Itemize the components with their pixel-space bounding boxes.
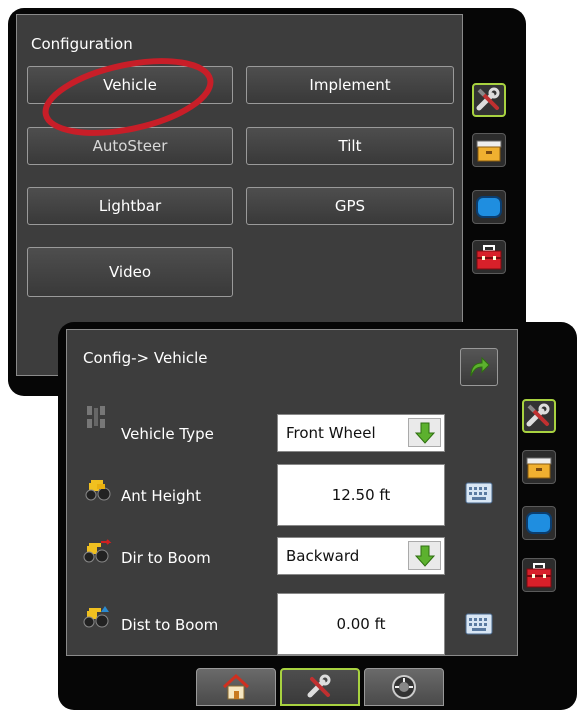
ant-height-label: Ant Height	[121, 487, 202, 505]
vehicle-config-panel: Config-> Vehicle Vehicle Type Front Whee…	[66, 329, 518, 656]
setup-tab[interactable]	[280, 668, 360, 706]
tractor-antenna-icon	[85, 480, 111, 501]
return-arrow-icon	[470, 356, 490, 377]
highlight-oval	[42, 58, 214, 136]
briefcase-icon[interactable]	[472, 133, 506, 167]
dir-to-boom-label: Dir to Boom	[121, 549, 211, 567]
tractor-distance-icon	[83, 606, 109, 628]
page-title: Configuration	[31, 35, 133, 53]
tractor-direction-icon	[83, 539, 112, 563]
dir-to-boom-dropdown[interactable]: Backward	[277, 537, 445, 575]
keyboard-icon[interactable]	[465, 482, 493, 504]
dist-to-boom-label: Dist to Boom	[121, 616, 219, 634]
dir-to-boom-value: Backward	[286, 547, 360, 565]
screen-icon[interactable]	[522, 506, 556, 540]
vehicle-type-icon	[87, 406, 105, 428]
tools-icon	[307, 674, 331, 698]
video-button[interactable]: Video	[27, 247, 233, 297]
chevron-down-icon	[408, 418, 441, 447]
chevron-down-icon	[408, 541, 441, 570]
toolbox-icon[interactable]	[472, 240, 506, 274]
implement-button[interactable]: Implement	[246, 66, 454, 104]
keyboard-icon[interactable]	[465, 613, 493, 635]
home-icon	[222, 673, 250, 700]
lightbar-button[interactable]: Lightbar	[27, 187, 233, 225]
tools-icon[interactable]	[472, 83, 506, 117]
page-title: Config-> Vehicle	[83, 349, 208, 367]
dist-to-boom-field[interactable]: 0.00 ft	[277, 593, 445, 655]
back-button[interactable]	[460, 348, 498, 386]
guidance-tab[interactable]	[364, 668, 444, 706]
briefcase-icon[interactable]	[522, 450, 556, 484]
toolbox-icon[interactable]	[522, 558, 556, 592]
screen-icon[interactable]	[472, 190, 506, 224]
ant-height-field[interactable]: 12.50 ft	[277, 464, 445, 526]
vehicle-type-dropdown[interactable]: Front Wheel	[277, 414, 445, 452]
home-tab[interactable]	[196, 668, 276, 706]
tools-icon[interactable]	[522, 399, 556, 433]
tilt-button[interactable]: Tilt	[246, 127, 454, 165]
gps-button[interactable]: GPS	[246, 187, 454, 225]
vehicle-type-label: Vehicle Type	[121, 425, 214, 443]
gauge-icon	[392, 675, 416, 699]
vehicle-config-screen: Config-> Vehicle Vehicle Type Front Whee…	[58, 322, 577, 710]
vehicle-type-value: Front Wheel	[286, 424, 376, 442]
